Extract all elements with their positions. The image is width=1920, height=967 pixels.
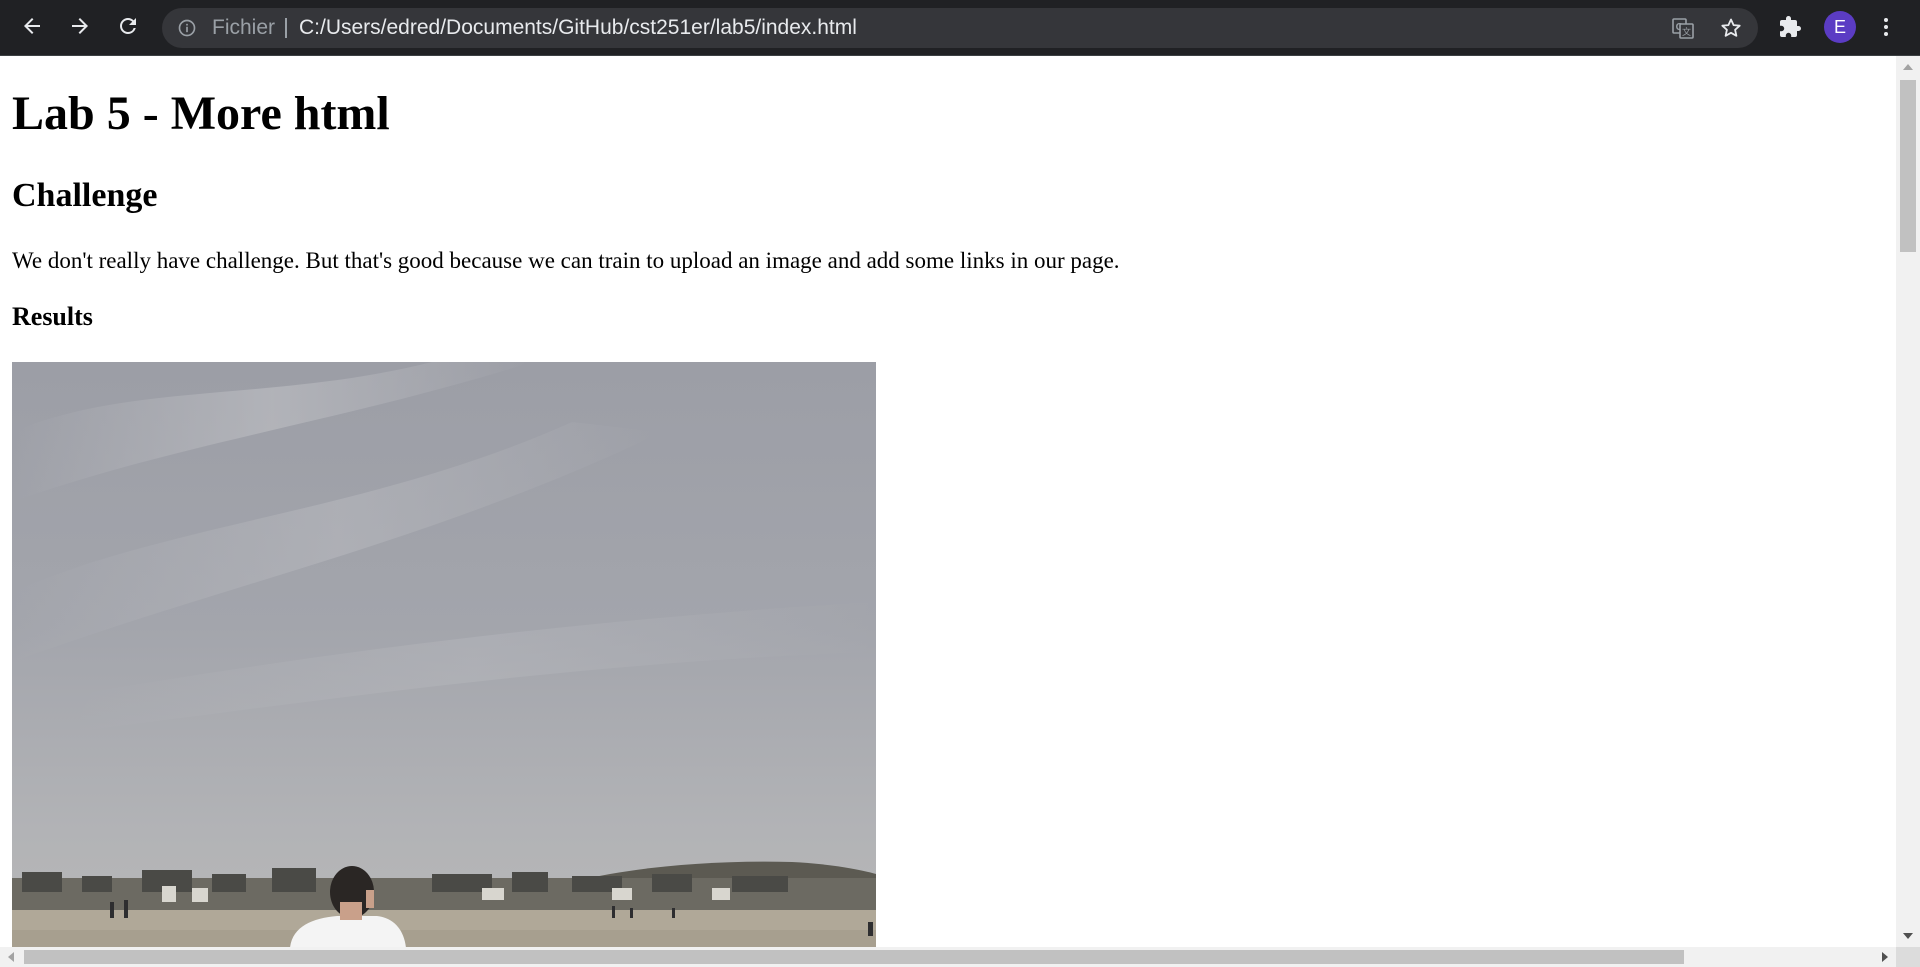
horizontal-scroll-thumb[interactable] (24, 950, 1684, 964)
url-text[interactable]: C:/Users/edred/Documents/GitHub/cst251er… (299, 8, 857, 48)
page-title: Lab 5 - More html (12, 87, 390, 140)
forward-icon (72, 18, 88, 34)
back-icon (24, 18, 40, 34)
scroll-left-arrow-icon[interactable] (8, 952, 14, 962)
svg-text:文: 文 (1682, 26, 1691, 37)
translate-icon[interactable]: G 文 (1671, 16, 1695, 40)
back-button[interactable] (14, 8, 50, 44)
star-icon[interactable] (1719, 16, 1743, 40)
forward-button[interactable] (62, 8, 98, 44)
scroll-up-arrow-icon[interactable] (1903, 64, 1913, 70)
scheme-label: Fichier (212, 16, 276, 39)
beach-photo (12, 362, 876, 947)
scrollbar-corner (1896, 947, 1920, 967)
challenge-paragraph: We don't really have challenge. But that… (12, 248, 1120, 273)
challenge-heading: Challenge (12, 177, 158, 214)
scroll-right-arrow-icon[interactable] (1882, 952, 1888, 962)
page-viewport: Lab 5 - More html Challenge We don't rea… (0, 56, 1896, 947)
vertical-scrollbar[interactable] (1896, 56, 1920, 947)
info-icon[interactable] (177, 18, 197, 38)
extensions-icon[interactable] (1778, 15, 1802, 39)
beach-photo-image (12, 362, 876, 947)
reload-button[interactable] (110, 8, 146, 44)
horizontal-scrollbar[interactable] (0, 947, 1896, 967)
browser-toolbar: Fichier C:/Users/edred/Documents/GitHub/… (0, 0, 1920, 56)
vertical-scroll-thumb[interactable] (1900, 80, 1916, 252)
reload-icon (120, 18, 136, 34)
address-separator (285, 18, 287, 38)
profile-avatar[interactable]: E (1824, 11, 1856, 43)
scroll-down-arrow-icon[interactable] (1903, 933, 1913, 939)
menu-icon[interactable] (1874, 15, 1898, 39)
address-bar[interactable]: Fichier C:/Users/edred/Documents/GitHub/… (162, 8, 1758, 48)
results-heading: Results (12, 302, 93, 331)
